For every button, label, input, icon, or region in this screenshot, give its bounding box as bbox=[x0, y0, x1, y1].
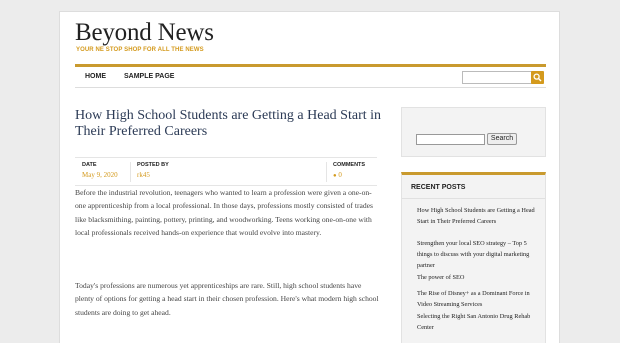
page-container: Beyond News YOUR NE STOP SHOP FOR ALL TH… bbox=[59, 11, 560, 343]
recent-post-link[interactable]: The power of SEO bbox=[417, 272, 539, 283]
search-icon bbox=[533, 73, 542, 82]
sidebar-search-widget: Search bbox=[401, 107, 546, 157]
site-title[interactable]: Beyond News bbox=[75, 19, 214, 47]
recent-post-link[interactable]: The Rise of Disney+ as a Dominant Force … bbox=[417, 288, 539, 310]
meta-comments-count: 0 bbox=[338, 171, 342, 179]
post-meta: DATE May 9, 2020 POSTED BY rk45 COMMENTS… bbox=[75, 157, 377, 186]
header-search-input[interactable] bbox=[462, 71, 532, 84]
meta-comments-label: COMMENTS bbox=[333, 162, 366, 168]
divider bbox=[402, 198, 545, 199]
meta-author-value[interactable]: rk45 bbox=[137, 171, 169, 179]
meta-date-label: DATE bbox=[82, 162, 97, 168]
recent-post-link[interactable]: Strengthen your local SEO strategy – Top… bbox=[417, 238, 539, 271]
comment-bubble-icon: ● bbox=[333, 173, 337, 179]
post-title[interactable]: How High School Students are Getting a H… bbox=[75, 108, 385, 140]
meta-author-label: POSTED BY bbox=[137, 162, 169, 168]
post-paragraph-1: Before the industrial revolution, teenag… bbox=[75, 188, 373, 237]
sidebar-search-input[interactable] bbox=[416, 134, 485, 145]
recent-posts-widget: RECENT POSTS How High School Students ar… bbox=[401, 172, 546, 343]
site-tagline: YOUR NE STOP SHOP FOR ALL THE NEWS bbox=[76, 47, 204, 53]
main-navigation: HOME SAMPLE PAGE bbox=[75, 64, 546, 88]
nav-item-home[interactable]: HOME bbox=[85, 73, 106, 80]
meta-date-value: May 9, 2020 bbox=[82, 171, 118, 179]
recent-posts-heading: RECENT POSTS bbox=[411, 184, 466, 191]
meta-author: POSTED BY rk45 bbox=[130, 162, 169, 182]
meta-comments-value[interactable]: ● 0 bbox=[333, 171, 365, 179]
meta-date: DATE May 9, 2020 bbox=[75, 162, 118, 182]
meta-comments: COMMENTS ● 0 bbox=[326, 162, 365, 182]
recent-post-link[interactable]: How High School Students are Getting a H… bbox=[417, 205, 539, 227]
header-search-button[interactable] bbox=[531, 71, 544, 84]
sidebar-search-button[interactable]: Search bbox=[487, 133, 517, 145]
post-paragraph-2: Today's professions are numerous yet app… bbox=[75, 281, 379, 317]
nav-item-sample-page[interactable]: SAMPLE PAGE bbox=[124, 73, 174, 80]
recent-post-link[interactable]: Selecting the Right San Antonio Drug Reh… bbox=[417, 311, 539, 333]
